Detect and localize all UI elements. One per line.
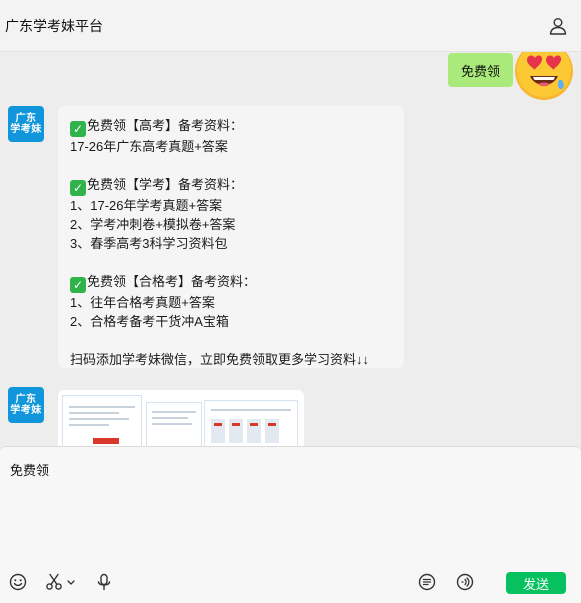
message-line: ✓ 免费领【合格考】备考资料：: [70, 272, 392, 293]
check-mark-icon: ✓: [70, 277, 86, 293]
message-line: [70, 331, 392, 350]
document-preview-thumb: [146, 402, 202, 446]
bot-avatar[interactable]: 广东 学考妹: [8, 387, 44, 423]
chat-title: 广东学考妹平台: [5, 17, 103, 34]
avatar-label-line2: 学考妹: [10, 124, 42, 135]
outgoing-message-bubble[interactable]: 免费领: [448, 53, 514, 87]
microphone-icon[interactable]: [95, 573, 113, 591]
message-line: 17-26年广东高考真题+答案: [70, 139, 228, 154]
list-icon[interactable]: [418, 573, 436, 591]
chat-header: 广东学考妹平台: [0, 0, 581, 52]
message-line: 1、17-26年学考真题+答案: [70, 198, 223, 213]
chevron-down-icon[interactable]: [66, 573, 76, 591]
avatar-label-line1: 广东: [15, 394, 37, 405]
image-message-thumbnail[interactable]: [58, 390, 304, 446]
send-button[interactable]: 发送: [506, 572, 566, 594]
check-mark-icon: ✓: [70, 121, 86, 137]
message-line: 3、春季高考3科学习资料包: [70, 236, 228, 251]
user-icon[interactable]: [549, 17, 567, 35]
scissors-icon[interactable]: [45, 573, 63, 591]
outgoing-message-text: 免费领: [461, 63, 501, 79]
bot-avatar[interactable]: 广东 学考妹: [8, 106, 44, 142]
incoming-message-bubble[interactable]: ✓ 免费领【高考】备考资料： 17-26年广东高考真题+答案 ✓ 免费领【学考】备考…: [58, 106, 404, 368]
avatar-label-line1: 广东: [15, 113, 37, 124]
document-preview-thumb: [204, 400, 298, 446]
document-preview-thumb: [62, 395, 142, 446]
check-mark-icon: ✓: [70, 180, 86, 196]
smiley-icon[interactable]: [9, 573, 27, 591]
message-line: [70, 156, 392, 175]
message-line: 2、学考冲刺卷+模拟卷+答案: [70, 217, 236, 232]
message-line: [70, 253, 392, 272]
message-input[interactable]: 免费领: [10, 460, 49, 479]
message-line: 扫码添加学考妹微信，立即免费领取更多学习资料↓↓: [70, 352, 370, 367]
avatar-label-line2: 学考妹: [10, 405, 42, 416]
message-line: ✓ 免费领【学考】备考资料：: [70, 175, 392, 196]
message-list[interactable]: 免费领 广东 学考妹 ✓ 免费领【高考】备考资料： 17-26年广东高考真题+答案…: [0, 52, 581, 446]
message-composer[interactable]: 免费领 发送: [0, 446, 581, 603]
message-line: 1、往年合格考真题+答案: [70, 295, 215, 310]
heart-eyes-emoji-avatar[interactable]: [513, 52, 575, 102]
message-line: 2、合格考备考干货冲A宝箱: [70, 314, 229, 329]
voice-icon[interactable]: [456, 573, 474, 591]
message-line: ✓ 免费领【高考】备考资料：: [70, 116, 392, 137]
